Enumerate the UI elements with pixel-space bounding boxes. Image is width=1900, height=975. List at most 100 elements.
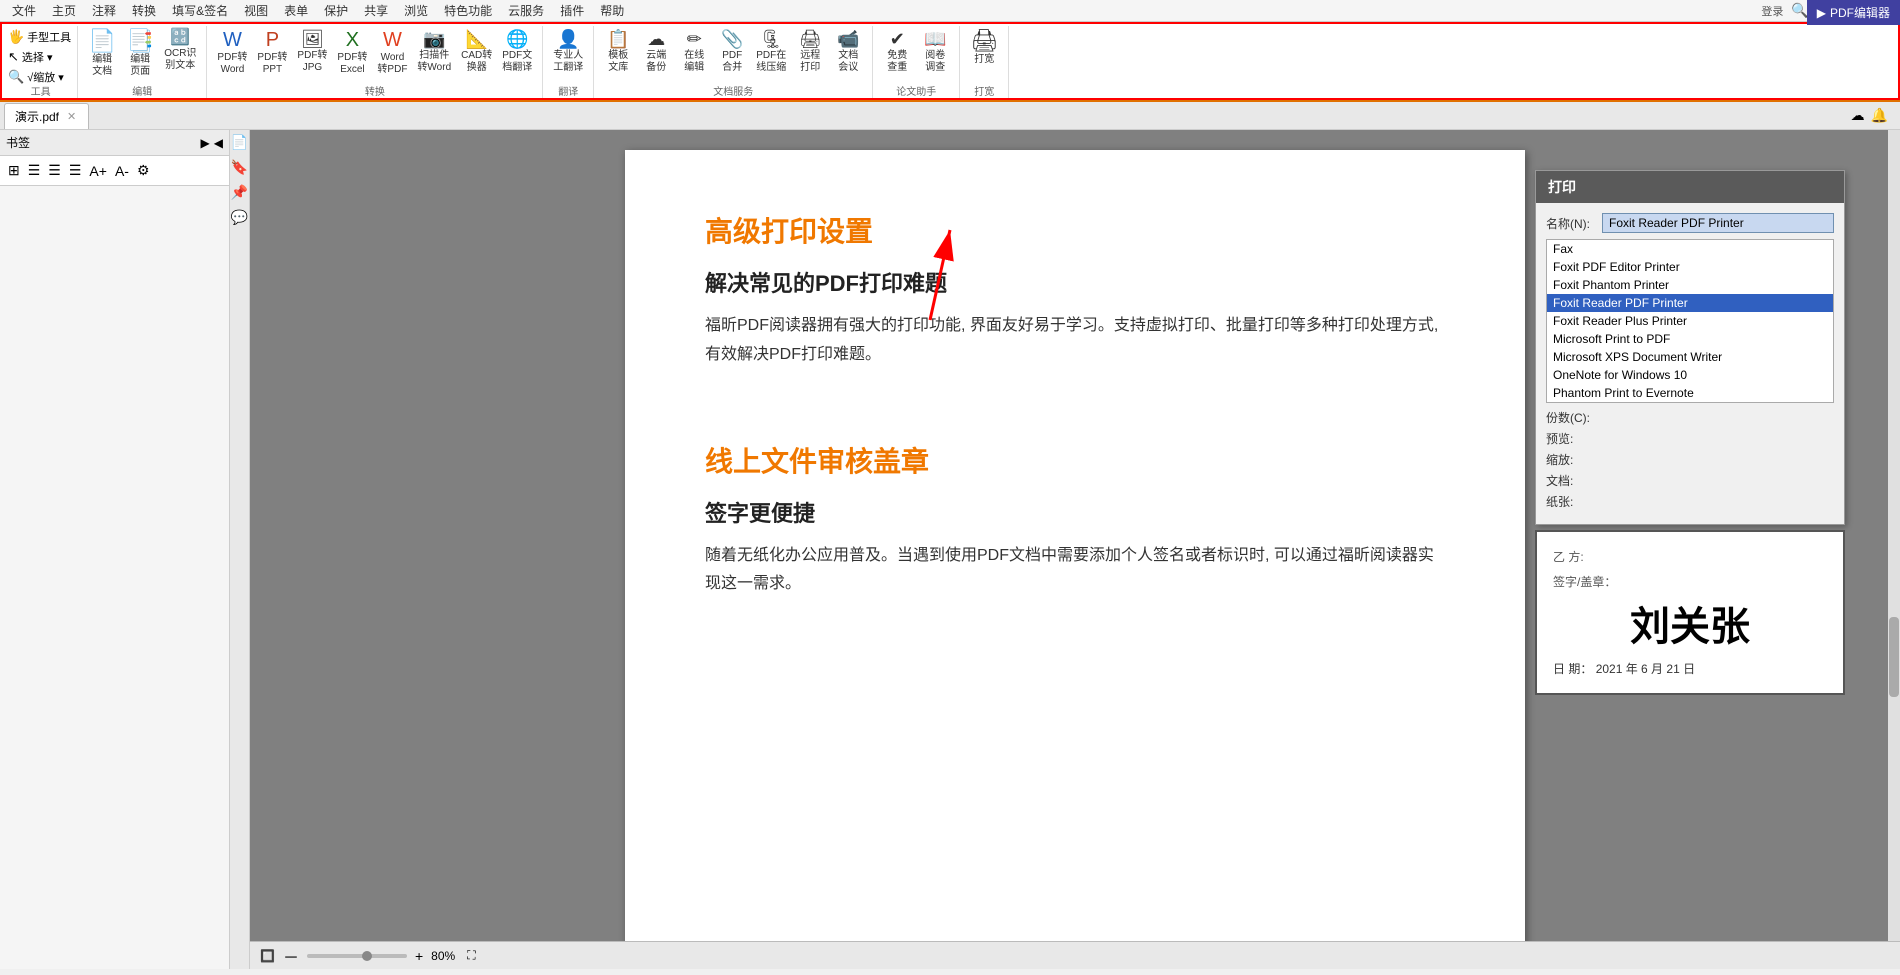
copies-label: 份数(C): [1546, 409, 1596, 426]
bookmark-settings-button[interactable]: ⚙ [135, 160, 152, 181]
select-tool-label: 选择 ▾ [22, 49, 53, 65]
pdf-editor-button[interactable]: ▶ PDF编辑器 [1807, 0, 1900, 25]
bookmark-list3-button[interactable]: ☰ [67, 160, 84, 181]
professional-translate-button[interactable]: 👤 专业人工翻译 [549, 28, 587, 76]
view-mode-icon[interactable]: 🔲 [260, 949, 275, 963]
bookmark-icon[interactable]: 🔖 [231, 159, 248, 176]
pdf-compress-button[interactable]: 🗜 PDF在线压缩 [752, 28, 790, 76]
menu-item-sign[interactable]: 填写&签名 [164, 0, 236, 21]
pdf-to-word-label: PDF转Word [217, 52, 247, 76]
section1-title: 高级打印设置 [705, 210, 1445, 250]
font-increase-button[interactable]: A+ [87, 161, 109, 181]
menu-bar: 文件 主页 注释 转换 填写&签名 视图 表单 保护 共享 浏览 特色功能 云服… [0, 0, 1900, 22]
menu-item-protect[interactable]: 保护 [316, 0, 356, 21]
cad-converter-label: CAD转换器 [461, 50, 492, 74]
vertical-scrollbar[interactable] [1888, 130, 1900, 941]
font-decrease-button[interactable]: A- [113, 161, 131, 181]
pdf-to-word-button[interactable]: W PDF转Word [213, 28, 251, 78]
date-label: 日 期： [1553, 662, 1592, 676]
tab-close-button[interactable]: ✕ [65, 110, 78, 123]
ocr-button[interactable]: 🔡 OCR识别文本 [160, 28, 200, 74]
template-button[interactable]: 📋 模板文库 [600, 28, 636, 76]
cad-converter-icon: 📐 [465, 30, 487, 48]
menu-item-view[interactable]: 视图 [236, 0, 276, 21]
word-to-pdf-label: Word转PDF [377, 52, 407, 76]
pdf-translate-button[interactable]: 🌐 PDF文档翻译 [498, 28, 536, 76]
ribbon-group-docservice: 📋 模板文库 ☁ 云端备份 ✏ 在线编辑 📎 PDF合并 🗜 PDF在线压缩 🖨 [594, 26, 873, 100]
bookmark-list-button[interactable]: ☰ [26, 160, 43, 181]
print-dialog: 打印 名称(N): Foxit Reader PDF Printer Fax F… [1535, 170, 1845, 525]
sidebar-expand-icon[interactable]: ▶ [201, 136, 210, 150]
scan-to-word-button[interactable]: 📷 扫描件转Word [413, 28, 455, 76]
fullscreen-button[interactable]: ⛶ [467, 948, 475, 963]
remote-print-button[interactable]: 🖨 远程打印 [792, 28, 828, 76]
page-icon[interactable]: 📄 [231, 134, 248, 151]
reading-check-button[interactable]: 📖 阅卷调查 [917, 28, 953, 76]
printer-phantom-evernote[interactable]: Phantom Print to Evernote [1547, 384, 1833, 402]
select-tool-button[interactable]: ↖ 选择 ▾ [6, 48, 73, 66]
edit-doc-button[interactable]: 📄 编辑文档 [84, 28, 120, 80]
word-to-pdf-button[interactable]: W Word转PDF [373, 28, 411, 78]
pdf-to-ppt-button[interactable]: P PDF转PPT [253, 28, 291, 78]
zoom-slider[interactable] [307, 954, 407, 958]
pdf-merge-icon: 📎 [721, 30, 743, 48]
ribbon: 🖐 手型工具 ↖ 选择 ▾ 🔍 √缩放 ▾ 工具 📄 编辑文档 📑 编辑页面 🔡 [0, 22, 1900, 102]
printer-ms-pdf[interactable]: Microsoft Print to PDF [1547, 330, 1833, 348]
menu-item-help[interactable]: 帮助 [592, 0, 632, 21]
printer-onenote[interactable]: OneNote for Windows 10 [1547, 366, 1833, 384]
menu-item-home[interactable]: 主页 [44, 0, 84, 21]
pin-icon[interactable]: 📌 [231, 184, 248, 201]
hand-tool-button[interactable]: 🖐 手型工具 [6, 28, 73, 46]
menu-item-special[interactable]: 特色功能 [436, 0, 500, 21]
printer-foxit-reader-plus[interactable]: Foxit Reader Plus Printer [1547, 312, 1833, 330]
pdf-to-jpg-label: PDF转JPG [297, 50, 327, 74]
paper-label: 纸张: [1546, 493, 1596, 510]
menu-item-annotate[interactable]: 注释 [84, 0, 124, 21]
menu-item-share[interactable]: 共享 [356, 0, 396, 21]
menu-item-browse[interactable]: 浏览 [396, 0, 436, 21]
pdf-to-excel-button[interactable]: X PDF转Excel [333, 28, 371, 78]
cloud-backup-icon: ☁ [647, 30, 665, 48]
ribbon-group-tools: 🖐 手型工具 ↖ 选择 ▾ 🔍 √缩放 ▾ 工具 [4, 26, 78, 100]
ocr-label: OCR识别文本 [164, 48, 196, 72]
docservice-group-label: 文档服务 [594, 83, 872, 98]
menu-item-convert[interactable]: 转换 [124, 0, 164, 21]
bookmark-add-button[interactable]: ⊞ [6, 160, 22, 181]
cloud-backup-button[interactable]: ☁ 云端备份 [638, 28, 674, 76]
pdf-to-jpg-button[interactable]: 🖼 PDF转JPG [293, 28, 331, 76]
tab-demo-pdf[interactable]: 演示.pdf ✕ [4, 103, 89, 129]
free-check-button[interactable]: ✔ 免费查重 [879, 28, 915, 76]
bookmark-list2-button[interactable]: ☰ [46, 160, 63, 181]
pdf-to-ppt-label: PDF转PPT [257, 52, 287, 76]
printer-ms-xps[interactable]: Microsoft XPS Document Writer [1547, 348, 1833, 366]
professional-translate-label: 专业人工翻译 [553, 50, 583, 74]
printer-fax[interactable]: Fax [1547, 240, 1833, 258]
menu-item-form[interactable]: 表单 [276, 0, 316, 21]
online-edit-button[interactable]: ✏ 在线编辑 [676, 28, 712, 76]
menu-item-plugin[interactable]: 插件 [552, 0, 592, 21]
printer-name-input[interactable]: Foxit Reader PDF Printer [1602, 213, 1834, 233]
comment-icon[interactable]: 💬 [231, 209, 248, 226]
cad-converter-button[interactable]: 📐 CAD转换器 [457, 28, 496, 76]
notification-icon[interactable]: 🔔 [1871, 107, 1888, 124]
cloud-sync-icon[interactable]: ☁ [1851, 107, 1865, 124]
zoom-minus-button[interactable]: － [283, 944, 299, 968]
menu-item-file[interactable]: 文件 [4, 0, 44, 21]
sidebar-collapse-icon[interactable]: ◀ [214, 136, 223, 150]
doc-meeting-button[interactable]: 📹 文档会议 [830, 28, 866, 76]
ribbon-group-edit: 📄 编辑文档 📑 编辑页面 🔡 OCR识别文本 编辑 [78, 26, 207, 100]
pdf-editor-label: PDF编辑器 [1830, 4, 1890, 21]
login-button[interactable]: 登录 [1761, 3, 1783, 19]
pdf-compress-label: PDF在线压缩 [756, 50, 786, 74]
printer-foxit-phantom[interactable]: Foxit Phantom Printer [1547, 276, 1833, 294]
edit-page-button[interactable]: 📑 编辑页面 [122, 28, 158, 80]
print-button[interactable]: 🖨 打宽 [966, 28, 1002, 68]
print-label: 打宽 [974, 54, 994, 66]
scrollbar-thumb[interactable] [1889, 617, 1899, 697]
printer-foxit-editor[interactable]: Foxit PDF Editor Printer [1547, 258, 1833, 276]
hand-tool-label: 手型工具 [27, 29, 71, 45]
printer-foxit-reader[interactable]: Foxit Reader PDF Printer [1547, 294, 1833, 312]
pdf-merge-button[interactable]: 📎 PDF合并 [714, 28, 750, 76]
menu-item-cloud[interactable]: 云服务 [500, 0, 552, 21]
zoom-plus-button[interactable]: + [415, 948, 423, 964]
